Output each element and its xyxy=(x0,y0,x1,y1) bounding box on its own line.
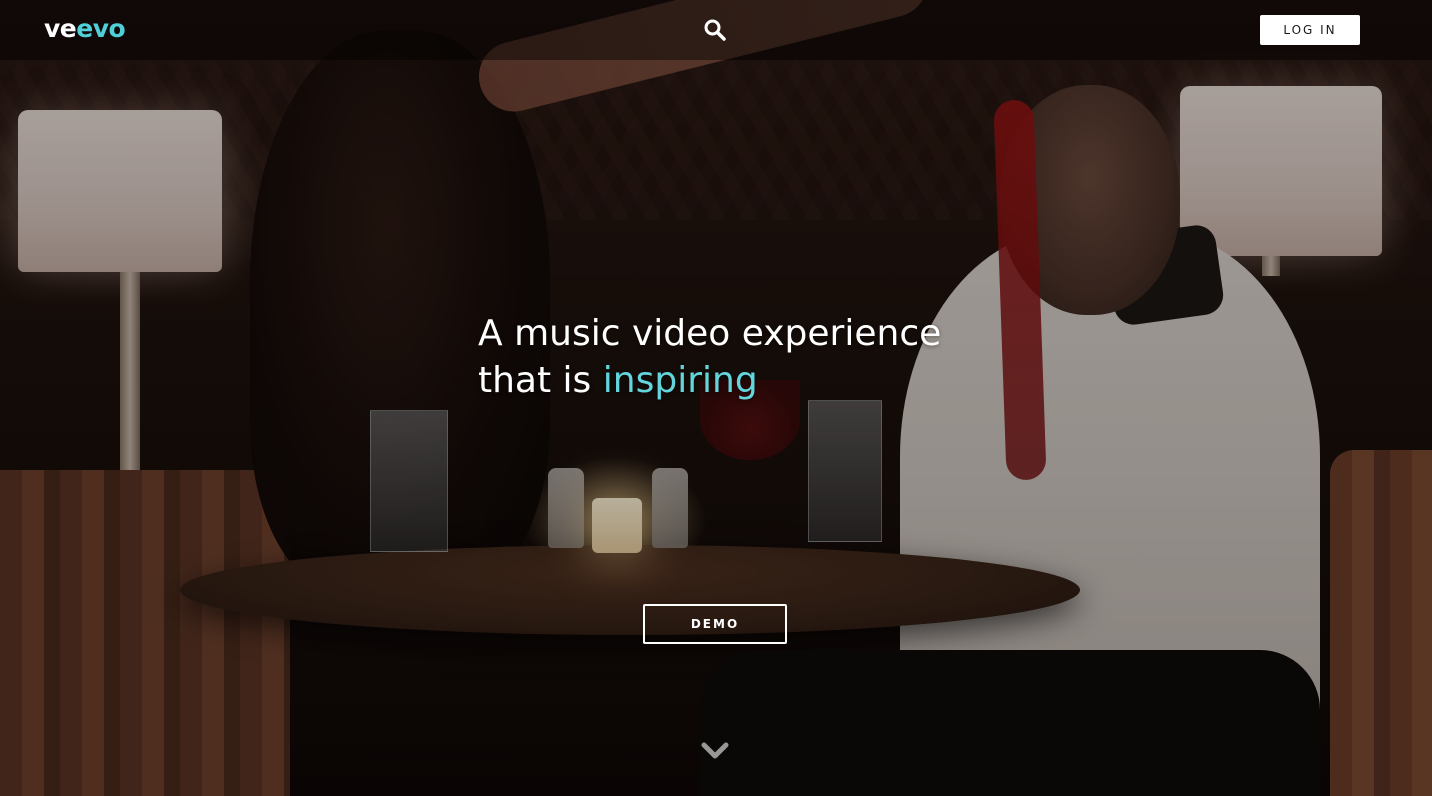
logo-text-accent: evo xyxy=(76,14,126,43)
hero-headline-line-1: A music video experience xyxy=(478,313,942,354)
chevron-down-icon[interactable] xyxy=(700,740,730,762)
hero-headline-accent-word: inspiring xyxy=(602,360,758,401)
landing-page: veevo LOG IN A music video experience th… xyxy=(0,0,1432,796)
search-icon[interactable] xyxy=(703,18,727,42)
veevo-logo[interactable]: veevo xyxy=(44,12,126,46)
logo-text-part: ve xyxy=(44,14,77,43)
hero-headline: A music video experience that is inspiri… xyxy=(478,310,998,404)
demo-button[interactable]: DEMO xyxy=(643,604,787,644)
hero-headline-prefix: that is xyxy=(478,360,603,401)
chevron-down-icon-glyph xyxy=(701,742,729,759)
hero-headline-line-2: that is inspiring xyxy=(478,357,998,404)
search-icon-glyph xyxy=(704,19,726,41)
login-button[interactable]: LOG IN xyxy=(1260,15,1360,45)
top-nav-bar: veevo LOG IN xyxy=(0,0,1432,60)
